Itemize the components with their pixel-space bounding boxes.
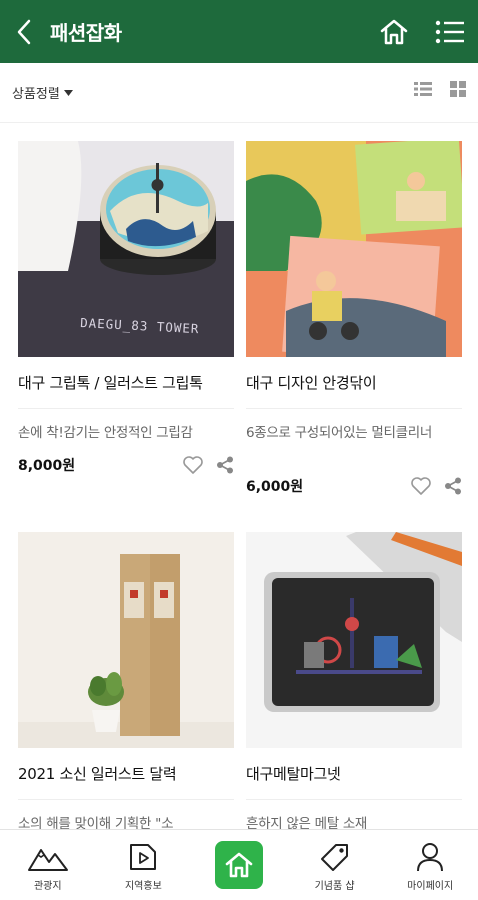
mountain-icon	[27, 849, 68, 871]
menu-button[interactable]	[432, 14, 468, 50]
app-bar: 패션잡화	[0, 0, 478, 63]
nav-mypage-label: 마이페이지	[407, 881, 454, 892]
product-title[interactable]: 대구 디자인 안경닦이	[246, 357, 462, 409]
product-price: 8,000원	[18, 458, 76, 474]
heart-icon[interactable]	[182, 455, 204, 475]
nav-tour[interactable]: 관광지	[0, 830, 96, 900]
product-card[interactable]: 2021 소신 일러스트 달력 소의 해를 맞이해 기획한 "소	[18, 532, 234, 829]
sort-bar: 상품정렬	[0, 63, 478, 123]
sort-dropdown[interactable]: 상품정렬	[12, 83, 73, 102]
share-icon[interactable]	[216, 456, 234, 474]
product-description: 6종으로 구성되어있는 멀티클리너	[246, 425, 432, 441]
product-description: 손에 착!감기는 안정적인 그립감	[18, 425, 193, 441]
product-image-calendar[interactable]	[18, 532, 234, 748]
product-image-glasses-cloth[interactable]	[246, 141, 462, 357]
nav-home[interactable]	[191, 830, 287, 900]
share-icon[interactable]	[444, 477, 462, 495]
product-card[interactable]: 대구메탈마그넷 흔하지 않은 메탈 소재	[246, 532, 462, 829]
product-card[interactable]: 대구 디자인 안경닦이 6종으로 구성되어있는 멀티클리너 6,000원	[246, 141, 462, 501]
home-icon	[380, 19, 408, 44]
product-description: 흔하지 않은 메탈 소재	[246, 816, 368, 829]
heart-icon[interactable]	[410, 476, 432, 496]
sort-label: 상품정렬	[12, 87, 60, 102]
home-button[interactable]	[376, 14, 412, 50]
list-view-icon[interactable]	[414, 81, 432, 97]
product-card[interactable]: DAEGU_83 TOWER 대구 그립톡 / 일러스트 그립톡 손에 착!감기…	[18, 141, 234, 480]
product-price: 6,000원	[246, 479, 304, 495]
nav-promo[interactable]: 지역홍보	[96, 830, 192, 900]
nav-tour-label: 관광지	[33, 881, 62, 892]
video-play-icon	[130, 844, 157, 870]
product-description: 소의 해를 맞이해 기획한 "소	[18, 816, 174, 829]
product-image-griptok[interactable]: DAEGU_83 TOWER	[18, 141, 234, 357]
product-grid: DAEGU_83 TOWER 대구 그립톡 / 일러스트 그립톡 손에 착!감기…	[0, 123, 478, 829]
home-tab-button[interactable]	[214, 841, 263, 889]
grid-view-icon[interactable]	[450, 81, 466, 97]
nav-souvenir-label: 기념품 샵	[314, 881, 355, 892]
caret-down-icon	[63, 89, 73, 96]
product-title[interactable]: 대구메탈마그넷	[246, 748, 462, 800]
nav-souvenir[interactable]: 기념품 샵	[287, 830, 383, 900]
product-image-magnet[interactable]	[246, 532, 462, 748]
bottom-navigation: 관광지 지역홍보 기념품 샵 마이페이지	[0, 829, 478, 900]
nav-promo-label: 지역홍보	[124, 881, 162, 892]
user-icon	[417, 843, 444, 872]
nav-mypage[interactable]: 마이페이지	[382, 830, 478, 900]
product-title[interactable]: 대구 그립톡 / 일러스트 그립톡	[18, 357, 234, 409]
home-icon	[225, 852, 253, 878]
back-button[interactable]	[0, 0, 48, 63]
chevron-left-icon	[17, 19, 31, 44]
product-title[interactable]: 2021 소신 일러스트 달력	[18, 748, 234, 800]
page-title: 패션잡화	[50, 21, 122, 45]
tag-icon	[320, 844, 348, 871]
list-menu-icon	[435, 20, 464, 43]
